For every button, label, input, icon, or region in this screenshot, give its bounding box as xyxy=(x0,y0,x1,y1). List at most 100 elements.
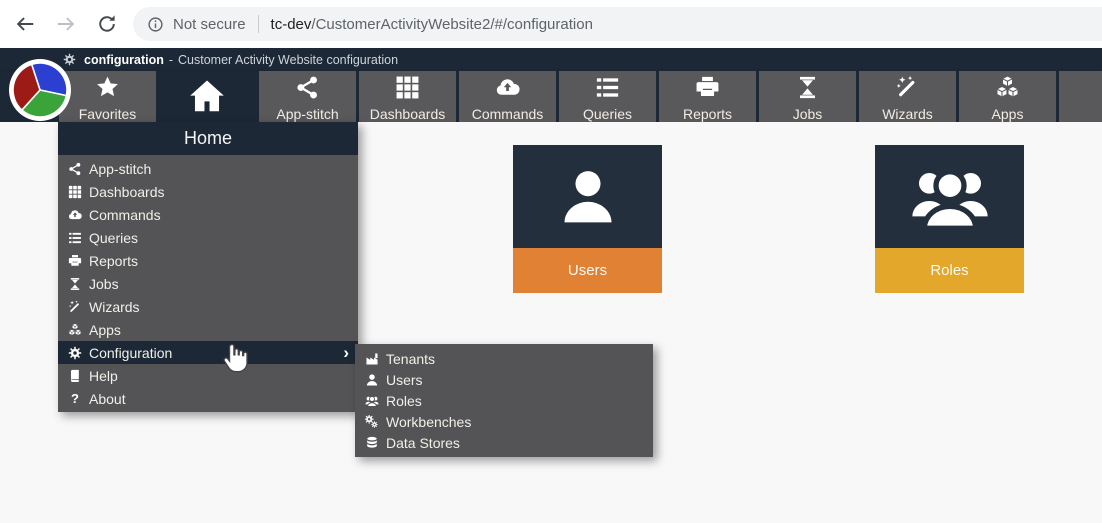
menu-item-label: Wizards xyxy=(89,299,140,315)
menu-item-label: Jobs xyxy=(89,276,119,292)
list-icon xyxy=(595,75,620,100)
menu-item-commands[interactable]: Commands xyxy=(58,203,358,226)
submenu-item-label: Workbenches xyxy=(386,414,471,430)
tile-users-icon-area xyxy=(513,145,662,248)
tile-roles-label: Roles xyxy=(875,248,1024,293)
browser-forward-button[interactable] xyxy=(55,13,77,35)
menu-item-label: Help xyxy=(89,368,118,384)
nav-label-commands: Commands xyxy=(459,106,556,122)
submenu-item-users[interactable]: Users xyxy=(355,369,653,390)
tile-users-label: Users xyxy=(513,248,662,293)
menu-item-jobs[interactable]: Jobs xyxy=(58,272,358,295)
tile-users[interactable]: Users xyxy=(513,145,662,293)
app-title-bar: configuration - Customer Activity Websit… xyxy=(0,48,1102,71)
submenu-item-data-stores[interactable]: Data Stores xyxy=(355,432,653,453)
url-divider xyxy=(258,15,259,33)
nav-item-reports[interactable]: Reports xyxy=(659,71,756,122)
menu-item-label: Configuration xyxy=(89,345,172,361)
refresh-icon xyxy=(96,13,118,35)
nav-item-queries[interactable]: Queries xyxy=(559,71,656,122)
nav-item-favorites[interactable]: Favorites xyxy=(59,71,156,122)
cubes-icon xyxy=(68,323,82,337)
printer-icon xyxy=(695,75,720,100)
database-icon xyxy=(365,436,379,450)
nav-label-wizards: Wizards xyxy=(859,106,956,122)
page-title: configuration xyxy=(84,53,164,67)
submenu-item-label: Users xyxy=(386,372,423,388)
submenu-item-workbenches[interactable]: Workbenches xyxy=(355,411,653,432)
nav-item-wizards[interactable]: Wizards xyxy=(859,71,956,122)
users-group-icon xyxy=(910,157,990,237)
navbar-filler xyxy=(1059,71,1102,122)
menu-item-configuration[interactable]: Configuration › xyxy=(58,341,358,364)
screen: Not secure tc-dev/CustomerActivityWebsit… xyxy=(0,0,1102,523)
nav-item-apps[interactable]: Apps xyxy=(959,71,1056,122)
nav-item-app-stitch[interactable]: App-stitch xyxy=(259,71,356,122)
url-text: tc-dev/CustomerActivityWebsite2/#/config… xyxy=(271,16,593,33)
browser-toolbar: Not secure tc-dev/CustomerActivityWebsit… xyxy=(0,0,1102,48)
magic-wand-icon xyxy=(895,75,920,100)
nav-label-dashboards: Dashboards xyxy=(359,106,456,122)
nav-label-queries: Queries xyxy=(559,106,656,122)
tile-roles-icon-area xyxy=(875,145,1024,248)
share-icon xyxy=(295,75,320,100)
factory-icon xyxy=(365,352,379,366)
menu-item-about[interactable]: ? About xyxy=(58,387,358,410)
menu-item-label: Dashboards xyxy=(89,184,165,200)
nav-item-commands[interactable]: Commands xyxy=(459,71,556,122)
security-label: Not secure xyxy=(173,16,246,33)
menu-item-app-stitch[interactable]: App-stitch xyxy=(58,157,358,180)
back-icon xyxy=(14,13,36,35)
chevron-right-icon: › xyxy=(343,346,349,360)
tile-roles[interactable]: Roles xyxy=(875,145,1024,293)
info-icon[interactable] xyxy=(147,16,164,33)
nav-label-favorites: Favorites xyxy=(59,106,156,122)
submenu-item-label: Data Stores xyxy=(386,435,460,451)
menu-item-label: Apps xyxy=(89,322,121,338)
submenu-item-label: Tenants xyxy=(386,351,435,367)
browser-back-button[interactable] xyxy=(14,13,36,35)
title-separator: - xyxy=(169,53,173,67)
user-icon xyxy=(365,373,379,387)
menu-item-label: Queries xyxy=(89,230,138,246)
page-subtitle: Customer Activity Website configuration xyxy=(178,53,398,67)
menu-item-reports[interactable]: Reports xyxy=(58,249,358,272)
url-host: tc-dev xyxy=(271,16,312,33)
browser-refresh-button[interactable] xyxy=(96,13,118,35)
submenu-item-label: Roles xyxy=(386,393,422,409)
forward-icon xyxy=(55,13,77,35)
question-icon: ? xyxy=(68,391,82,406)
hourglass-icon xyxy=(795,75,820,100)
nav-label-jobs: Jobs xyxy=(759,106,856,122)
menu-item-help[interactable]: Help xyxy=(58,364,358,387)
menu-item-label: Commands xyxy=(89,207,161,223)
menu-item-apps[interactable]: Apps xyxy=(58,318,358,341)
menu-title: Home xyxy=(58,122,358,155)
home-icon xyxy=(188,77,226,115)
book-icon xyxy=(68,369,82,383)
grid-icon xyxy=(68,185,82,199)
menu-item-wizards[interactable]: Wizards xyxy=(58,295,358,318)
menu-item-label: About xyxy=(89,391,126,407)
nav-item-home-selected[interactable] xyxy=(157,71,257,122)
nav-label-reports: Reports xyxy=(659,106,756,122)
list-icon xyxy=(68,231,82,245)
address-bar[interactable]: Not secure tc-dev/CustomerActivityWebsit… xyxy=(133,7,1102,41)
cloud-upload-icon xyxy=(68,208,82,222)
home-dropdown-menu: Home App-stitch Dashboards Commands Quer… xyxy=(58,122,358,412)
nav-label-app-stitch: App-stitch xyxy=(259,106,356,122)
submenu-item-tenants[interactable]: Tenants xyxy=(355,348,653,369)
pinwheel-logo[interactable] xyxy=(8,58,72,122)
share-icon xyxy=(68,162,82,176)
nav-item-jobs[interactable]: Jobs xyxy=(759,71,856,122)
nav-item-dashboards[interactable]: Dashboards xyxy=(359,71,456,122)
menu-body: App-stitch Dashboards Commands Queries R… xyxy=(58,155,358,412)
user-icon xyxy=(556,165,620,229)
submenu-item-roles[interactable]: Roles xyxy=(355,390,653,411)
cloud-upload-icon xyxy=(495,75,520,100)
cubes-icon xyxy=(995,75,1020,100)
gear-icon xyxy=(68,346,82,360)
menu-item-queries[interactable]: Queries xyxy=(58,226,358,249)
menu-item-dashboards[interactable]: Dashboards xyxy=(58,180,358,203)
star-icon xyxy=(95,75,120,100)
